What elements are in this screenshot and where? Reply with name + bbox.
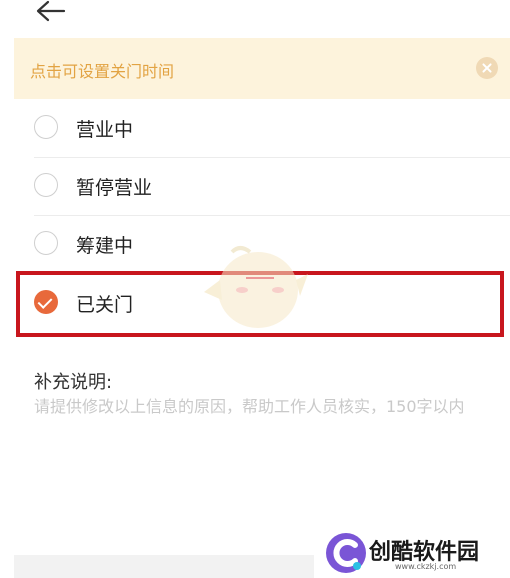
radio-button[interactable] [34, 115, 58, 139]
back-button[interactable] [34, 0, 68, 24]
radio-button[interactable] [34, 231, 58, 255]
option-label: 暂停营业 [76, 177, 153, 199]
supplement-input[interactable]: 请提供修改以上信息的原因，帮助工作人员核实，150字以内 [34, 396, 484, 446]
notice-banner[interactable]: 点击可设置关门时间 [14, 38, 510, 99]
supplement-title: 补充说明: [34, 372, 113, 393]
notice-text: 点击可设置关门时间 [30, 62, 175, 81]
radio-button[interactable] [34, 173, 58, 197]
site-watermark: 创酷软件园 www.ckzkj.com [325, 530, 510, 578]
option-paused[interactable]: 暂停营业 [14, 157, 510, 215]
option-label: 营业中 [76, 119, 134, 141]
mascot-watermark-icon [204, 246, 308, 328]
watermark-logo-icon [326, 533, 366, 573]
option-label: 筹建中 [76, 235, 134, 257]
watermark-url: www.ckzkj.com [395, 562, 457, 571]
option-open[interactable]: 营业中 [14, 99, 510, 157]
bottom-bar [14, 555, 314, 578]
close-icon[interactable] [476, 57, 498, 79]
top-bar [0, 0, 510, 38]
arrow-left-icon [36, 0, 66, 22]
